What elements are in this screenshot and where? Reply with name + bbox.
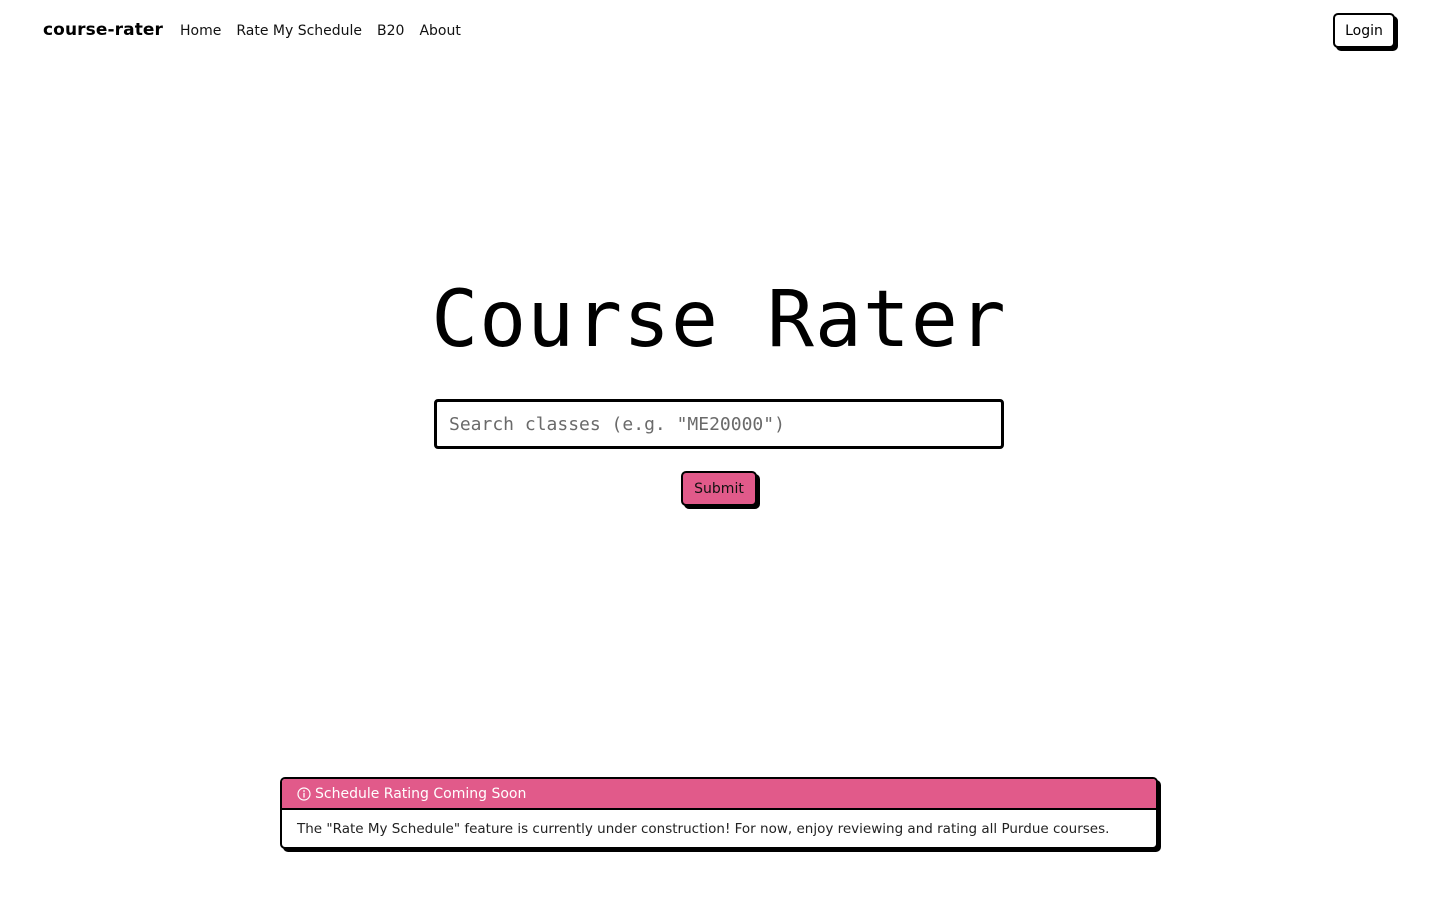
alert-header: Schedule Rating Coming Soon [282, 779, 1156, 810]
page-title: Course Rater [431, 275, 1007, 365]
alert-title: Schedule Rating Coming Soon [315, 785, 527, 802]
login-button[interactable]: Login [1333, 13, 1395, 48]
search-input[interactable] [434, 399, 1004, 449]
nav-link-home[interactable]: Home [180, 23, 221, 39]
alert-banner: Schedule Rating Coming Soon The "Rate My… [280, 777, 1158, 849]
nav-link-b20[interactable]: B20 [377, 23, 404, 39]
page: course-rater Home Rate My Schedule B20 A… [0, 0, 1438, 899]
nav-link-about[interactable]: About [419, 23, 460, 39]
submit-button[interactable]: Submit [681, 471, 757, 506]
alert-message: The "Rate My Schedule" feature is curren… [297, 821, 1110, 837]
nav-link-rate-my-schedule[interactable]: Rate My Schedule [236, 23, 362, 39]
nav-links: Home Rate My Schedule B20 About [180, 23, 461, 39]
navbar: course-rater Home Rate My Schedule B20 A… [0, 0, 1438, 64]
info-icon [297, 786, 311, 801]
brand-logo[interactable]: course-rater [43, 20, 163, 40]
